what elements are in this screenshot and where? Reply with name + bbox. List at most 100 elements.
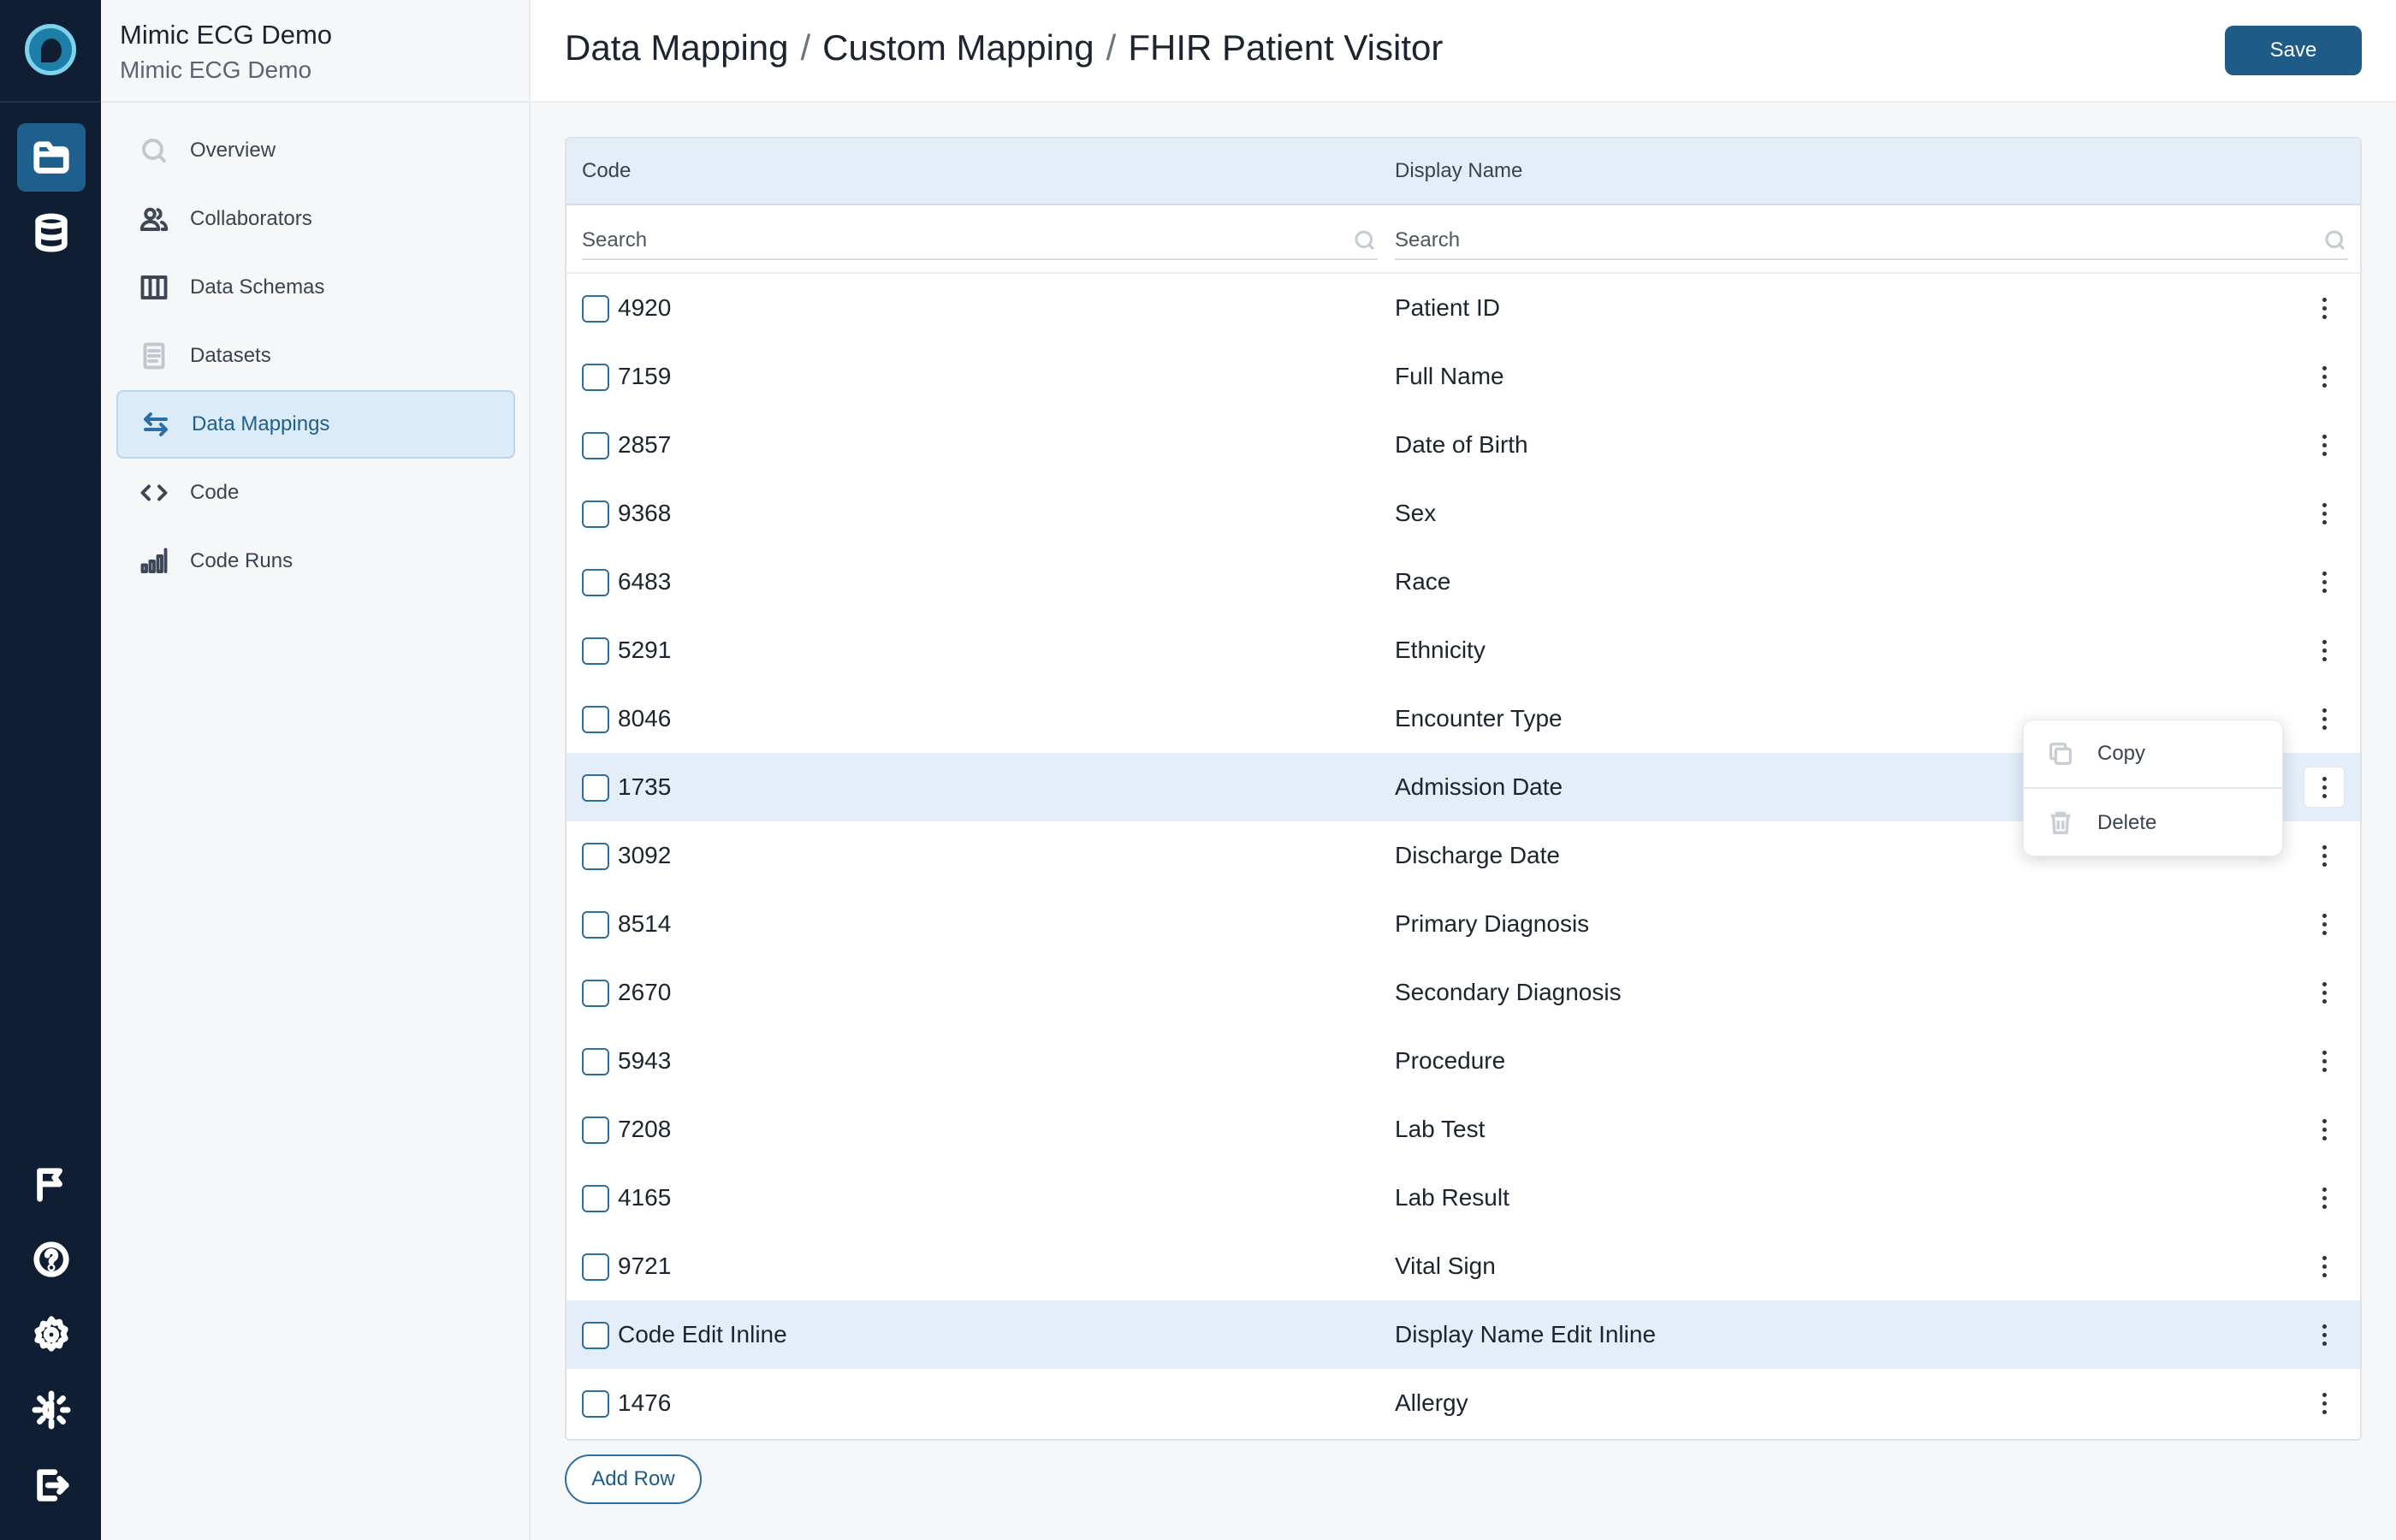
more-vertical-icon[interactable] bbox=[2304, 1040, 2345, 1081]
table-row[interactable]: 2670 Secondary Diagnosis bbox=[566, 958, 2360, 1027]
sidebar-item-code[interactable]: Code bbox=[116, 459, 515, 527]
row-checkbox[interactable] bbox=[582, 295, 609, 323]
more-vertical-icon[interactable] bbox=[2304, 1246, 2345, 1287]
row-code[interactable]: 4920 bbox=[618, 294, 671, 322]
context-menu-copy[interactable]: Copy bbox=[2024, 720, 2282, 789]
sidebar-item-data-mappings[interactable]: Data Mappings bbox=[116, 390, 515, 459]
row-checkbox[interactable] bbox=[582, 706, 609, 733]
table-row[interactable]: 2857 Date of Birth bbox=[566, 411, 2360, 479]
row-display-name[interactable]: Ethnicity bbox=[1395, 637, 1486, 664]
table-row[interactable]: 7208 Lab Test bbox=[566, 1095, 2360, 1164]
row-checkbox[interactable] bbox=[582, 1048, 609, 1075]
row-code[interactable]: 3092 bbox=[618, 842, 671, 869]
folder-icon[interactable] bbox=[17, 123, 86, 192]
help-icon[interactable] bbox=[17, 1225, 86, 1294]
flag-icon[interactable] bbox=[17, 1150, 86, 1218]
more-vertical-icon[interactable] bbox=[2304, 698, 2345, 739]
row-display-name[interactable]: Lab Test bbox=[1395, 1116, 1485, 1143]
row-checkbox[interactable] bbox=[582, 637, 609, 665]
row-code-edit-input[interactable]: Code Edit Inline bbox=[618, 1321, 787, 1348]
row-display-name[interactable]: Secondary Diagnosis bbox=[1395, 979, 1622, 1006]
table-row[interactable]: 4165 Lab Result bbox=[566, 1164, 2360, 1232]
sidebar-item-code-runs[interactable]: Code Runs bbox=[116, 527, 515, 595]
app-logo-icon[interactable] bbox=[25, 24, 76, 75]
more-vertical-icon[interactable] bbox=[2304, 1383, 2345, 1424]
more-vertical-icon[interactable] bbox=[2304, 972, 2345, 1013]
context-menu-delete[interactable]: Delete bbox=[2024, 789, 2282, 857]
row-checkbox[interactable] bbox=[582, 1116, 609, 1144]
row-code[interactable]: 1476 bbox=[618, 1389, 671, 1417]
sidebar-item-overview[interactable]: Overview bbox=[116, 116, 515, 185]
row-checkbox[interactable] bbox=[582, 1390, 609, 1418]
row-display-name[interactable]: Discharge Date bbox=[1395, 842, 1560, 869]
more-vertical-icon[interactable] bbox=[2304, 903, 2345, 945]
table-row[interactable]: 9721 Vital Sign bbox=[566, 1232, 2360, 1300]
row-display-name[interactable]: Patient ID bbox=[1395, 294, 1500, 322]
sidebar-item-collaborators[interactable]: Collaborators bbox=[116, 185, 515, 253]
add-row-button[interactable]: Add Row bbox=[565, 1454, 702, 1504]
row-display-name[interactable]: Allergy bbox=[1395, 1389, 1468, 1417]
row-checkbox[interactable] bbox=[582, 843, 609, 870]
row-checkbox[interactable] bbox=[582, 569, 609, 596]
table-row[interactable]: 5943 Procedure bbox=[566, 1027, 2360, 1095]
more-vertical-icon[interactable] bbox=[2304, 835, 2345, 876]
more-vertical-icon[interactable] bbox=[2304, 287, 2345, 329]
row-code[interactable]: 8046 bbox=[618, 705, 671, 732]
more-vertical-icon[interactable] bbox=[2304, 1109, 2345, 1150]
row-checkbox[interactable] bbox=[582, 500, 609, 528]
database-icon[interactable] bbox=[17, 198, 86, 267]
row-checkbox[interactable] bbox=[582, 1185, 609, 1212]
settings-icon[interactable] bbox=[17, 1300, 86, 1369]
table-row-editing[interactable]: Code Edit Inline Display Name Edit Inline bbox=[566, 1300, 2360, 1369]
row-code[interactable]: 2857 bbox=[618, 431, 671, 459]
row-display-name[interactable]: Encounter Type bbox=[1395, 705, 1563, 732]
row-display-name[interactable]: Primary Diagnosis bbox=[1395, 910, 1589, 938]
row-display-name[interactable]: Sex bbox=[1395, 500, 1436, 527]
breadcrumb-item-custom-mapping[interactable]: Custom Mapping bbox=[822, 27, 1094, 68]
row-code[interactable]: 4165 bbox=[618, 1184, 671, 1211]
row-checkbox[interactable] bbox=[582, 1253, 609, 1281]
row-code[interactable]: 6483 bbox=[618, 568, 671, 595]
more-vertical-icon[interactable] bbox=[2304, 767, 2345, 808]
row-code[interactable]: 7159 bbox=[618, 363, 671, 390]
row-checkbox[interactable] bbox=[582, 1322, 609, 1349]
theme-toggle-icon[interactable] bbox=[17, 1376, 86, 1444]
row-code[interactable]: 2670 bbox=[618, 979, 671, 1006]
row-code[interactable]: 9368 bbox=[618, 500, 671, 527]
row-checkbox[interactable] bbox=[582, 774, 609, 802]
row-checkbox[interactable] bbox=[582, 432, 609, 459]
table-row[interactable]: 4920 Patient ID bbox=[566, 274, 2360, 342]
row-code[interactable]: 8514 bbox=[618, 910, 671, 938]
table-row[interactable]: 6483 Race bbox=[566, 548, 2360, 616]
row-code[interactable]: 1735 bbox=[618, 773, 671, 801]
table-row[interactable]: 5291 Ethnicity bbox=[566, 616, 2360, 684]
row-code[interactable]: 9721 bbox=[618, 1253, 671, 1280]
row-display-name-edit-input[interactable]: Display Name Edit Inline bbox=[1395, 1321, 1656, 1348]
code-search-input[interactable]: Search bbox=[582, 222, 1378, 260]
row-display-name[interactable]: Admission Date bbox=[1395, 773, 1563, 801]
logout-icon[interactable] bbox=[17, 1451, 86, 1519]
row-display-name[interactable]: Lab Result bbox=[1395, 1184, 1509, 1211]
sidebar-item-data-schemas[interactable]: Data Schemas bbox=[116, 253, 515, 322]
row-display-name[interactable]: Procedure bbox=[1395, 1047, 1505, 1075]
row-checkbox[interactable] bbox=[582, 980, 609, 1007]
row-checkbox[interactable] bbox=[582, 911, 609, 939]
row-display-name[interactable]: Full Name bbox=[1395, 363, 1504, 390]
more-vertical-icon[interactable] bbox=[2304, 1177, 2345, 1218]
more-vertical-icon[interactable] bbox=[2304, 424, 2345, 465]
row-code[interactable]: 7208 bbox=[618, 1116, 671, 1143]
table-row[interactable]: 8514 Primary Diagnosis bbox=[566, 890, 2360, 958]
table-row[interactable]: 9368 Sex bbox=[566, 479, 2360, 548]
column-header-display-name[interactable]: Display Name bbox=[1395, 159, 1522, 183]
save-button[interactable]: Save bbox=[2225, 26, 2362, 75]
more-vertical-icon[interactable] bbox=[2304, 493, 2345, 534]
more-vertical-icon[interactable] bbox=[2304, 561, 2345, 602]
display-name-search-input[interactable]: Search bbox=[1395, 222, 2348, 260]
row-display-name[interactable]: Race bbox=[1395, 568, 1450, 595]
more-vertical-icon[interactable] bbox=[2304, 356, 2345, 397]
table-row[interactable]: 1476 Allergy bbox=[566, 1369, 2360, 1437]
row-code[interactable]: 5291 bbox=[618, 637, 671, 664]
row-code[interactable]: 5943 bbox=[618, 1047, 671, 1075]
sidebar-item-datasets[interactable]: Datasets bbox=[116, 322, 515, 390]
row-display-name[interactable]: Date of Birth bbox=[1395, 431, 1528, 459]
